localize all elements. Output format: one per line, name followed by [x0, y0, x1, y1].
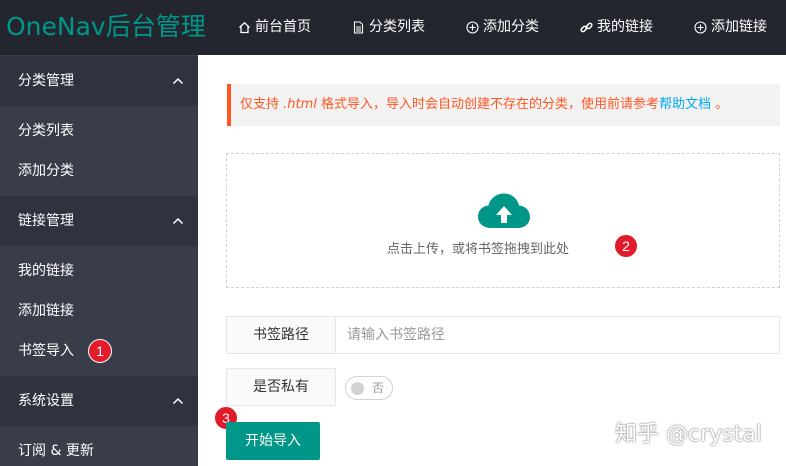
- cloud-upload-icon: [478, 193, 530, 228]
- private-toggle[interactable]: 否: [345, 376, 393, 400]
- sidebar: 分类管理 分类列表 添加分类 链接管理 我的链接 添加链接 书签导入 系统设置 …: [0, 55, 198, 466]
- nav-add-link-label: 添加链接: [711, 19, 767, 35]
- start-import-button[interactable]: 开始导入: [226, 422, 320, 460]
- nav-category-list-label: 分类列表: [369, 19, 425, 35]
- tip-text: 格式导入，导入时会自动创建不存在的分类，使用前请参考: [321, 97, 660, 112]
- upload-dropzone[interactable]: 点击上传，或将书签拖拽到此处: [226, 153, 780, 288]
- nav-add-category[interactable]: 添加分类: [466, 0, 539, 55]
- toggle-knob: [351, 382, 364, 395]
- top-navbar: OneNav后台管理 前台首页 分类列表 添加分类 我的链接 添加链接: [0, 0, 786, 55]
- nav-category-list[interactable]: 分类列表: [352, 0, 425, 55]
- bookmark-path-label: 书签路径: [226, 316, 336, 354]
- tip-format: .html: [283, 97, 317, 112]
- tip-prefix: 仅支持: [240, 97, 280, 112]
- sidebar-item-subscribe-update[interactable]: 订阅 & 更新: [18, 441, 94, 461]
- upload-hint: 点击上传，或将书签拖拽到此处: [386, 242, 569, 257]
- app-logo-title[interactable]: OneNav后台管理: [6, 0, 206, 55]
- sidebar-group-category[interactable]: 分类管理: [0, 56, 198, 106]
- bookmark-path-input[interactable]: [335, 316, 780, 354]
- sidebar-group-links[interactable]: 链接管理: [0, 196, 198, 246]
- annotation-badge: 1: [88, 339, 112, 363]
- sidebar-item-add-link[interactable]: 添加链接: [18, 301, 74, 321]
- sidebar-item-category-list[interactable]: 分类列表: [18, 121, 74, 141]
- home-icon: [238, 21, 251, 34]
- nav-my-links[interactable]: 我的链接: [580, 0, 653, 55]
- tip-suffix: 。: [715, 97, 729, 112]
- plus-circle-icon: [694, 21, 707, 34]
- sidebar-item-add-category[interactable]: 添加分类: [18, 161, 74, 181]
- nav-frontpage[interactable]: 前台首页: [238, 0, 311, 55]
- chevron-up-icon: [172, 397, 184, 405]
- help-doc-link[interactable]: 帮助文档: [659, 97, 711, 112]
- sidebar-group-system[interactable]: 系统设置: [0, 376, 198, 426]
- import-tip: 仅支持 .html 格式导入，导入时会自动创建不存在的分类，使用前请参考帮助文档…: [227, 84, 780, 126]
- nav-add-link[interactable]: 添加链接: [694, 0, 767, 55]
- sidebar-group-title: 链接管理: [18, 213, 74, 229]
- link-icon: [580, 21, 593, 34]
- toggle-text: 否: [371, 381, 384, 395]
- nav-add-category-label: 添加分类: [483, 19, 539, 35]
- sidebar-item-bookmark-import[interactable]: 书签导入: [18, 341, 74, 361]
- plus-circle-icon: [466, 21, 479, 34]
- private-label: 是否私有: [226, 368, 336, 406]
- chevron-up-icon: [172, 77, 184, 85]
- sidebar-group-title: 系统设置: [18, 393, 74, 409]
- watermark: 知乎 @crystal: [615, 422, 762, 447]
- document-icon: [352, 21, 365, 34]
- chevron-up-icon: [172, 217, 184, 225]
- sidebar-group-title: 分类管理: [18, 73, 74, 89]
- sidebar-item-my-links[interactable]: 我的链接: [18, 261, 74, 281]
- nav-my-links-label: 我的链接: [597, 19, 653, 35]
- nav-frontpage-label: 前台首页: [255, 19, 311, 35]
